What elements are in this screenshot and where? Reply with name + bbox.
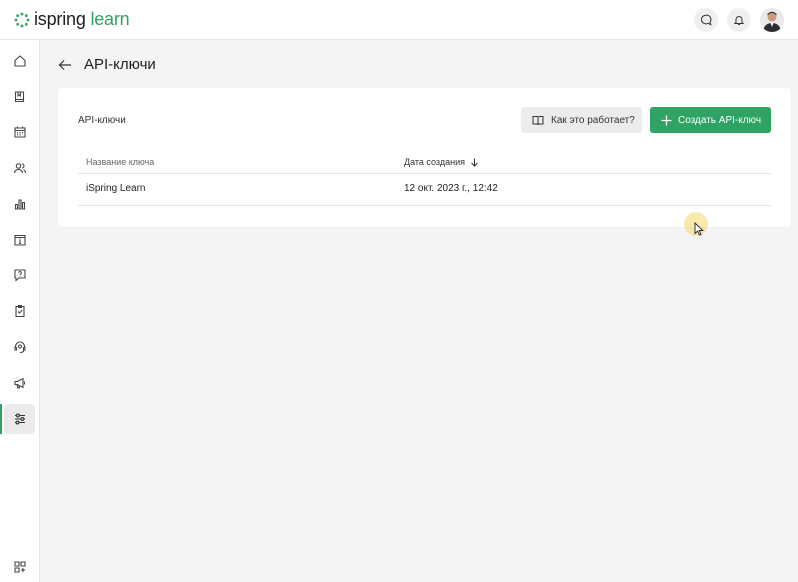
logo-main: ispring [34, 9, 86, 29]
open-book-icon [532, 115, 544, 125]
info-icon [13, 234, 26, 246]
calendar-icon [13, 126, 26, 138]
page-header: API-ключи [58, 56, 156, 73]
sidebar [0, 40, 40, 582]
sidebar-item-users[interactable] [4, 153, 35, 183]
megaphone-icon [13, 377, 25, 389]
notifications-button[interactable] [727, 8, 751, 32]
column-header-name-label: Название ключа [86, 157, 155, 167]
book-icon [14, 91, 24, 103]
card-label: API-ключи [78, 115, 126, 126]
key-name-cell: iSpring Learn [86, 183, 146, 194]
created-date-cell: 12 окт. 2023 г., 12:42 [404, 183, 498, 194]
sidebar-item-reports[interactable] [4, 189, 35, 219]
page-title: API-ключи [84, 56, 156, 73]
chat-button[interactable] [694, 8, 718, 32]
sidebar-item-settings[interactable] [0, 404, 35, 434]
how-it-works-button[interactable]: Как это работает? [521, 107, 642, 133]
column-header-created-label: Дата создания [404, 157, 465, 167]
mouse-cursor-icon [694, 222, 704, 236]
bell-icon [733, 16, 745, 25]
column-header-created[interactable]: Дата создания [404, 157, 479, 167]
sidebar-item-questions[interactable] [4, 260, 35, 290]
sidebar-item-home[interactable] [4, 46, 35, 76]
ispring-logo-icon [14, 12, 30, 27]
logo[interactable]: ispring learn [14, 9, 130, 30]
support-icon [13, 341, 26, 354]
sidebar-item-calendar[interactable] [4, 117, 35, 147]
arrow-left-icon [58, 59, 71, 70]
question-icon [13, 269, 26, 282]
table-header: Название ключа Дата создания [78, 150, 771, 174]
home-icon [13, 55, 26, 67]
chat-icon [700, 14, 712, 26]
chart-icon [14, 199, 25, 210]
api-keys-card: API-ключи Как это работает? Создать API-… [58, 88, 791, 227]
logo-text: ispring learn [34, 9, 130, 30]
api-keys-table: Название ключа Дата создания iSpring Lea… [78, 150, 771, 206]
how-it-works-label: Как это работает? [551, 114, 635, 126]
table-row[interactable]: iSpring Learn 12 окт. 2023 г., 12:42 [78, 174, 771, 206]
sidebar-item-tasks[interactable] [4, 296, 35, 326]
sort-arrow-down-icon [471, 158, 478, 167]
sidebar-item-info[interactable] [4, 225, 35, 255]
create-api-key-label: Создать API-ключ [678, 114, 762, 126]
sidebar-item-courses[interactable] [4, 82, 35, 112]
users-icon [13, 163, 26, 174]
sidebar-item-support[interactable] [4, 332, 35, 362]
avatar[interactable] [760, 8, 784, 32]
user-avatar-image [760, 8, 784, 32]
sidebar-item-add-apps[interactable] [4, 552, 35, 582]
top-bar: ispring learn [0, 0, 798, 40]
clipboard-check-icon [14, 304, 25, 318]
logo-accent: learn [90, 9, 130, 29]
create-api-key-button[interactable]: Создать API-ключ [650, 107, 771, 133]
column-header-name[interactable]: Название ключа [86, 157, 154, 167]
add-apps-icon [13, 561, 26, 573]
settings-sliders-icon [14, 413, 25, 425]
sidebar-item-announcements[interactable] [4, 368, 35, 398]
back-button[interactable] [58, 58, 72, 72]
plus-icon [661, 115, 672, 125]
